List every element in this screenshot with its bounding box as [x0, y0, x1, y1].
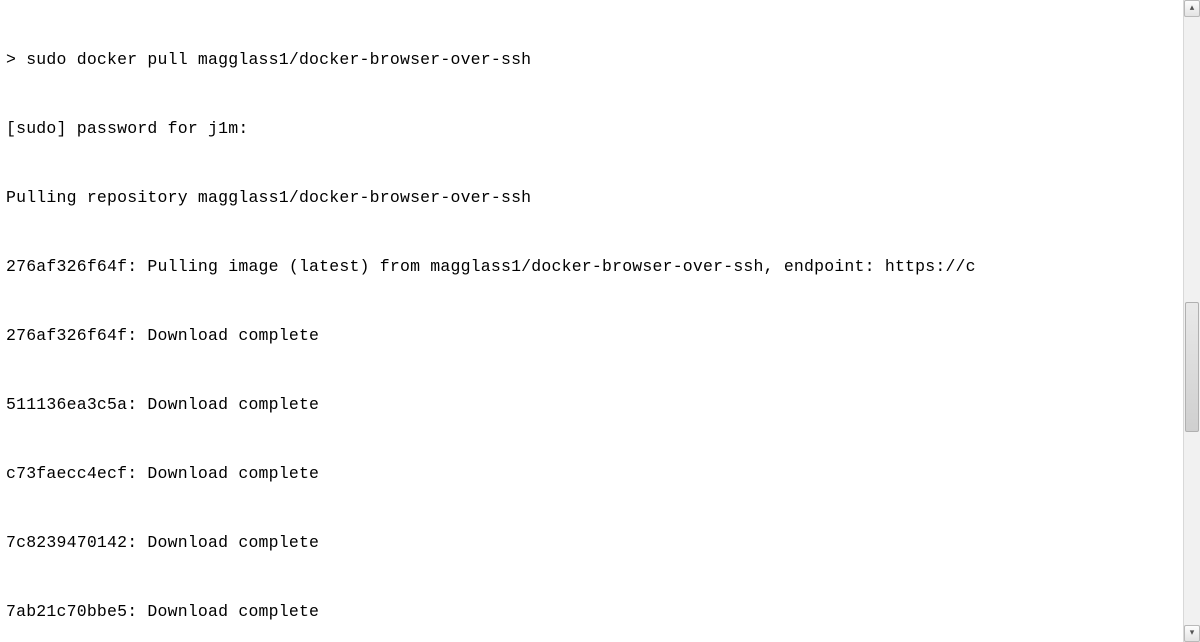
scrollbar-track[interactable] — [1184, 17, 1200, 625]
terminal-line: 7ab21c70bbe5: Download complete — [6, 600, 1177, 623]
scroll-down-button[interactable]: ▾ — [1184, 625, 1200, 642]
terminal-line: 7c8239470142: Download complete — [6, 531, 1177, 554]
vertical-scrollbar[interactable]: ▴ ▾ — [1183, 0, 1200, 642]
terminal-window: > sudo docker pull magglass1/docker-brow… — [0, 0, 1200, 642]
terminal-line: 276af326f64f: Download complete — [6, 324, 1177, 347]
terminal-line: [sudo] password for j1m: — [6, 117, 1177, 140]
scroll-up-button[interactable]: ▴ — [1184, 0, 1200, 17]
terminal-line: Pulling repository magglass1/docker-brow… — [6, 186, 1177, 209]
terminal-line: 276af326f64f: Pulling image (latest) fro… — [6, 255, 1177, 278]
terminal-line: c73faecc4ecf: Download complete — [6, 462, 1177, 485]
terminal-line: > sudo docker pull magglass1/docker-brow… — [6, 48, 1177, 71]
terminal-output[interactable]: > sudo docker pull magglass1/docker-brow… — [0, 0, 1183, 642]
scrollbar-thumb[interactable] — [1185, 302, 1199, 432]
terminal-line: 511136ea3c5a: Download complete — [6, 393, 1177, 416]
